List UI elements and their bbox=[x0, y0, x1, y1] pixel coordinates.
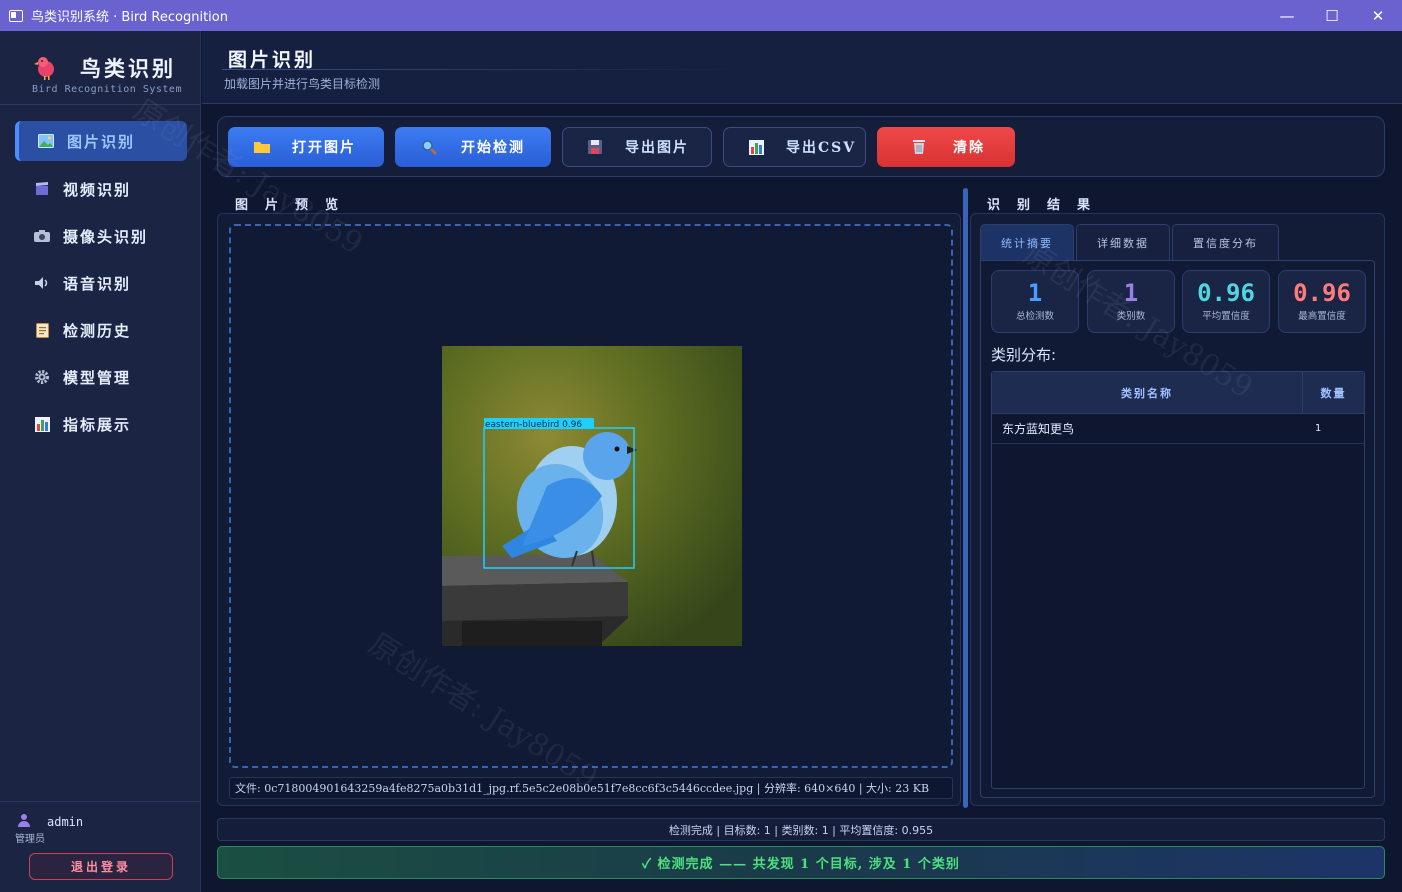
sidebar-item-image-recognition[interactable]: 图片识别 bbox=[15, 121, 187, 161]
camera-icon bbox=[33, 228, 51, 244]
open-image-label: 打开图片 bbox=[292, 140, 356, 156]
results-tabs: 统计摘要 详细数据 置信度分布 bbox=[980, 224, 1281, 260]
status-line: 检测完成 | 目标数: 1 | 类别数: 1 | 平均置信度: 0.955 bbox=[217, 818, 1385, 841]
stat-card-max-confidence: 0.96 最高置信度 bbox=[1278, 270, 1366, 333]
stat-label: 总检测数 bbox=[1015, 311, 1054, 322]
clear-button[interactable]: 清除 bbox=[877, 127, 1015, 167]
class-distribution-table: 类别名称 数量 东方蓝知更鸟 1 bbox=[991, 371, 1365, 789]
bird-logo-icon bbox=[34, 57, 54, 80]
class-distribution-label: 类别分布: bbox=[991, 346, 1057, 364]
stat-card-total-detections: 1 总检测数 bbox=[991, 270, 1079, 333]
close-button[interactable]: ✕ bbox=[1355, 0, 1401, 31]
app-icon bbox=[9, 9, 23, 22]
sidebar-item-metrics[interactable]: 指标展示 bbox=[15, 404, 187, 444]
column-header-count[interactable]: 数量 bbox=[1303, 372, 1364, 413]
image-preview-area[interactable]: eastern-bluebird 0.96 bbox=[229, 224, 953, 768]
user-area: admin 管理员 退出登录 bbox=[0, 801, 201, 892]
stat-card-average-confidence: 0.96 平均置信度 bbox=[1182, 270, 1270, 333]
logo-title: 鸟类识别 bbox=[80, 56, 176, 81]
logo: 鸟类识别 Bird Recognition System bbox=[0, 31, 201, 105]
export-csv-label: 导出CSV bbox=[786, 140, 857, 156]
image-preview-panel: eastern-bluebird 0.96 文件: 0c718004901643… bbox=[217, 213, 961, 806]
export-csv-button[interactable]: 导出CSV bbox=[723, 127, 866, 167]
page-title: 图片识别 bbox=[228, 49, 317, 71]
clear-label: 清除 bbox=[953, 140, 985, 156]
start-detection-label: 开始检测 bbox=[461, 140, 525, 156]
sidebar-item-label: 指标展示 bbox=[63, 415, 132, 434]
sidebar: 鸟类识别 Bird Recognition System 图片识别 视频识别 摄… bbox=[0, 31, 201, 892]
success-banner: ✓ 检测完成 —— 共发现 1 个目标, 涉及 1 个类别 bbox=[217, 846, 1385, 879]
export-image-label: 导出图片 bbox=[625, 140, 689, 156]
image-icon bbox=[37, 133, 55, 149]
sidebar-item-detection-history[interactable]: 检测历史 bbox=[15, 310, 187, 350]
export-image-button[interactable]: 导出图片 bbox=[562, 127, 712, 167]
sidebar-item-camera-recognition[interactable]: 摄像头识别 bbox=[15, 216, 187, 256]
header-divider bbox=[222, 69, 742, 70]
folder-icon bbox=[252, 138, 272, 156]
window-title: 鸟类识别系统 · Bird Recognition bbox=[31, 10, 228, 25]
page-header: 图片识别 加载图片并进行鸟类目标检测 bbox=[202, 31, 1402, 104]
panel-splitter[interactable] bbox=[963, 188, 968, 808]
clipboard-icon bbox=[33, 322, 51, 338]
tab-detail-data[interactable]: 详细数据 bbox=[1076, 224, 1170, 260]
magnifier-icon bbox=[419, 138, 439, 156]
toolbar: 打开图片 开始检测 导出图片 导出CSV 清除 bbox=[217, 116, 1385, 177]
minimize-button[interactable]: — bbox=[1264, 0, 1310, 31]
detection-label: eastern-bluebird 0.96 bbox=[485, 420, 582, 430]
sidebar-item-label: 模型管理 bbox=[63, 368, 132, 387]
stat-label: 类别数 bbox=[1116, 311, 1146, 322]
bird-photo: eastern-bluebird 0.96 bbox=[442, 346, 742, 646]
sidebar-item-label: 视频识别 bbox=[63, 180, 132, 199]
trash-icon bbox=[909, 138, 929, 156]
page-subtitle: 加载图片并进行鸟类目标检测 bbox=[224, 77, 381, 91]
clapper-icon bbox=[33, 181, 51, 197]
sidebar-item-label: 语音识别 bbox=[63, 274, 132, 293]
table-header: 类别名称 数量 bbox=[992, 372, 1364, 414]
summary-tab-content: 1 总检测数 1 类别数 0.96 平均置信度 0.96 最高置信度 类别分布:… bbox=[980, 260, 1375, 798]
stat-label: 平均置信度 bbox=[1202, 311, 1250, 322]
sidebar-item-voice-recognition[interactable]: 语音识别 bbox=[15, 263, 187, 303]
table-row[interactable]: 东方蓝知更鸟 1 bbox=[992, 414, 1364, 444]
user-role: 管理员 bbox=[15, 834, 45, 845]
tab-confidence-distribution[interactable]: 置信度分布 bbox=[1172, 224, 1279, 260]
window-titlebar: 鸟类识别系统 · Bird Recognition — ☐ ✕ bbox=[0, 0, 1402, 31]
open-image-button[interactable]: 打开图片 bbox=[228, 127, 384, 167]
file-info-bar: 文件: 0c718004901643259a4fe8275a0b31d1_jpg… bbox=[229, 777, 953, 799]
gear-icon bbox=[33, 369, 51, 385]
stat-value: 0.96 bbox=[1293, 279, 1351, 307]
cell-class-name: 东方蓝知更鸟 bbox=[1002, 422, 1075, 436]
maximize-button[interactable]: ☐ bbox=[1309, 0, 1355, 31]
sidebar-item-label: 检测历史 bbox=[63, 321, 132, 340]
speaker-icon bbox=[33, 275, 51, 291]
stat-label: 最高置信度 bbox=[1298, 311, 1346, 322]
stat-card-class-count: 1 类别数 bbox=[1087, 270, 1175, 333]
floppy-disk-icon bbox=[585, 138, 605, 156]
stat-value: 1 bbox=[1027, 279, 1043, 307]
preview-section-title: 图片预览 bbox=[235, 198, 356, 213]
stat-value: 1 bbox=[1123, 279, 1139, 307]
bar-chart-icon bbox=[746, 138, 766, 156]
sidebar-item-model-management[interactable]: 模型管理 bbox=[15, 357, 187, 397]
tab-summary[interactable]: 统计摘要 bbox=[980, 224, 1074, 260]
sidebar-item-video-recognition[interactable]: 视频识别 bbox=[15, 169, 187, 209]
start-detection-button[interactable]: 开始检测 bbox=[395, 127, 551, 167]
user-icon bbox=[18, 814, 30, 827]
cell-count: 1 bbox=[1315, 423, 1322, 434]
logout-button[interactable]: 退出登录 bbox=[29, 853, 173, 880]
results-section-title: 识别结果 bbox=[987, 198, 1108, 213]
logo-subtitle: Bird Recognition System bbox=[32, 84, 182, 95]
preview-image: eastern-bluebird 0.96 bbox=[442, 346, 742, 646]
column-header-class-name[interactable]: 类别名称 bbox=[992, 372, 1303, 413]
sidebar-item-label: 图片识别 bbox=[67, 132, 136, 151]
sidebar-item-label: 摄像头识别 bbox=[63, 227, 149, 246]
bar-chart-icon bbox=[33, 416, 51, 432]
results-panel: 统计摘要 详细数据 置信度分布 1 总检测数 1 类别数 0.96 平均置信度 … bbox=[970, 213, 1385, 806]
user-name: admin bbox=[47, 815, 84, 829]
stat-value: 0.96 bbox=[1197, 279, 1255, 307]
